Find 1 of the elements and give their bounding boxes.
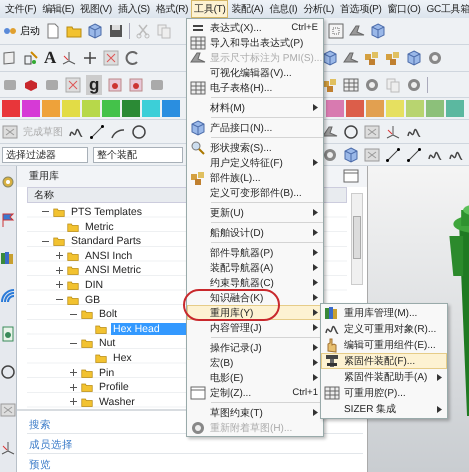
panel-title: 重用库 <box>29 170 59 184</box>
